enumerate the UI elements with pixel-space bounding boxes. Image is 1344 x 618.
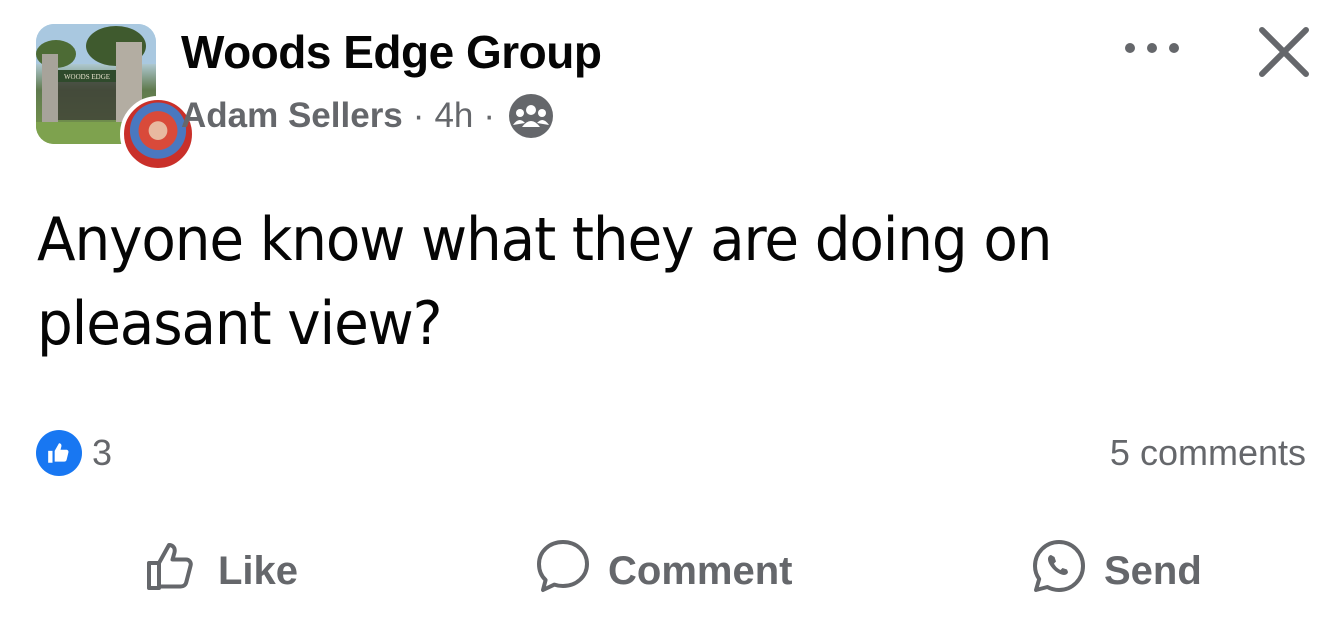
like-label: Like [218, 548, 299, 593]
post-time[interactable]: 4h [434, 94, 473, 138]
send-button[interactable]: Send [1030, 536, 1202, 606]
meta-separator: · [483, 96, 496, 135]
avatar-stack[interactable]: WOODS EDGE [36, 24, 196, 172]
like-reaction-icon [36, 430, 82, 476]
group-name[interactable]: Woods Edge Group [181, 24, 602, 80]
close-icon[interactable] [1256, 24, 1312, 80]
thumbs-up-icon [144, 537, 202, 605]
comment-label: Comment [608, 548, 793, 593]
post-meta: Adam Sellers · 4h · [181, 94, 555, 138]
meta-separator: · [412, 96, 425, 135]
post-actions: Like Comment Send [0, 536, 1344, 606]
comments-count[interactable]: 5 comments [1110, 432, 1306, 474]
reaction-summary[interactable]: 3 [36, 430, 112, 476]
like-button[interactable]: Like [144, 536, 298, 606]
group-members-icon [507, 92, 555, 140]
comment-bubble-icon [534, 537, 592, 605]
avatar-sign-text: WOODS EDGE [64, 73, 110, 81]
author-name[interactable]: Adam Sellers [181, 94, 403, 138]
more-options-icon[interactable] [1120, 36, 1184, 60]
post-text: Anyone know what they are doing on pleas… [37, 205, 1053, 359]
whatsapp-icon [1030, 537, 1088, 605]
send-label: Send [1104, 548, 1202, 593]
comment-button[interactable]: Comment [534, 536, 792, 606]
reaction-count[interactable]: 3 [92, 432, 112, 474]
